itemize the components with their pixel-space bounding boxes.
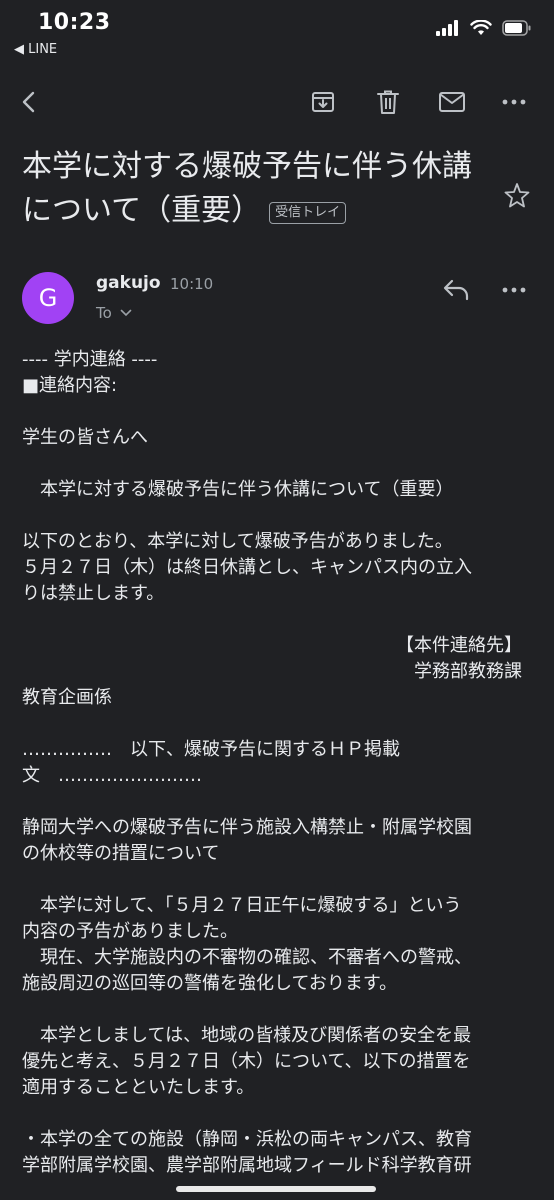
wifi-icon [470, 20, 492, 35]
body-line: 優先と考え、５月２７日（木）について、以下の措置を [22, 1051, 471, 1072]
sender-name: gakujo [96, 273, 161, 293]
body-line: ５月２７日（木）は終日休講とし、キャンパス内の立入 [22, 557, 472, 578]
body-line: ■連絡内容: [22, 375, 118, 396]
inbox-label-chip[interactable]: 受信トレイ [269, 201, 347, 224]
email-toolbar [0, 72, 554, 132]
archive-icon [312, 92, 334, 112]
body-line: 【本件連絡先】 [396, 635, 522, 656]
body-line: ・本学の全ての施設（静岡・浜松の両キャンパス、教育 [22, 1129, 472, 1150]
subject-area: 本学に対する爆破予告に伴う休講について（重要） 受信トレイ [22, 145, 492, 233]
body-line: 本学としましては、地域の皆様及び関係者の安全を最 [22, 1025, 472, 1046]
star-button[interactable] [504, 182, 530, 212]
body-line: 学生の皆さんへ [22, 427, 148, 448]
body-line: の休校等の措置について [22, 843, 220, 864]
body-line: りは禁止します。 [22, 583, 165, 604]
more-options-button[interactable] [498, 86, 530, 118]
body-line: 静岡大学への爆破予告に伴う施設入構禁止・附属学校園 [22, 817, 472, 838]
body-line: 学部附属学校園、農学部附属地域フィールド科学教育研 [22, 1155, 472, 1176]
sent-time: 10:10 [170, 275, 214, 293]
reply-button[interactable] [442, 278, 470, 306]
body-line: …………… 以下、爆破予告に関するＨＰ掲載 [22, 739, 400, 760]
back-arrow-icon [22, 91, 35, 113]
body-line: 現在、大学施設内の不審物の確認、不審者への警戒、 [22, 947, 472, 968]
to-label: To [96, 304, 112, 322]
more-horizontal-icon [502, 99, 526, 105]
body-line: ---- 学内連絡 ---- [22, 349, 158, 370]
email-subject: 本学に対する爆破予告に伴う休講について（重要） [22, 149, 472, 228]
mark-unread-button[interactable] [436, 86, 468, 118]
recipients-toggle[interactable]: To [96, 304, 132, 322]
sender-row: G gakujo 10:10 To [22, 272, 534, 328]
back-to-line-link[interactable]: ◀ LINE [14, 42, 57, 57]
more-horizontal-icon [502, 287, 526, 293]
reply-icon [443, 279, 469, 301]
home-indicator[interactable] [176, 1186, 376, 1192]
back-button[interactable] [14, 86, 46, 118]
body-line: 教育企画係 [22, 687, 112, 708]
chevron-down-icon [120, 309, 132, 317]
battery-icon [502, 20, 531, 36]
message-more-button[interactable] [502, 278, 526, 306]
body-line: 施設周辺の巡回等の警備を強化しております。 [22, 973, 398, 994]
delete-button[interactable] [372, 86, 404, 118]
archive-button[interactable] [307, 86, 339, 118]
mail-icon [439, 92, 465, 112]
email-body: ---- 学内連絡 ---- ■連絡内容: 学生の皆さんへ 本学に対する爆破予告… [22, 347, 534, 1179]
sender-avatar[interactable]: G [22, 272, 74, 324]
body-line: 内容の予告がありました。 [22, 921, 238, 942]
star-icon [504, 183, 530, 208]
trash-icon [377, 90, 399, 114]
body-line: 本学に対する爆破予告に伴う休講について（重要） [22, 479, 454, 500]
signal-icon [436, 20, 458, 36]
body-line: 本学に対して、「５月２７日正午に爆破する」という [22, 895, 462, 916]
status-time: 10:23 [38, 10, 111, 35]
body-line: 学務部教務課 [414, 661, 522, 682]
status-icons [436, 20, 532, 36]
body-line: 以下のとおり、本学に対して爆破予告がありました。 [22, 531, 453, 552]
body-line: 適用することといたします。 [22, 1077, 255, 1098]
body-line: 文 …………………… [22, 765, 202, 786]
status-bar: 10:23 ◀ LINE [0, 0, 554, 64]
